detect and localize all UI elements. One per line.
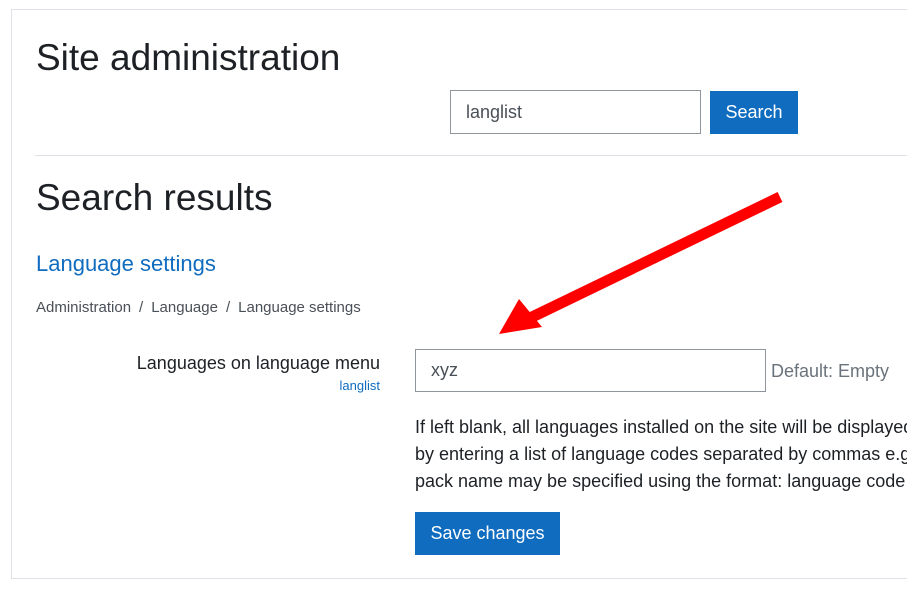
description-line: by entering a list of language codes sep…	[415, 444, 907, 464]
breadcrumb-item-administration[interactable]: Administration	[36, 299, 131, 316]
save-changes-button[interactable]: Save changes	[415, 512, 560, 555]
page: Site administration Search Search result…	[0, 0, 907, 596]
setting-name: langlist	[339, 378, 380, 393]
search-results-title: Search results	[36, 177, 273, 218]
divider	[35, 155, 907, 156]
breadcrumb-item-language-settings[interactable]: Language settings	[238, 299, 361, 316]
page-title: Site administration	[36, 37, 341, 78]
langlist-input[interactable]	[415, 349, 766, 392]
breadcrumb-separator: /	[225, 299, 231, 316]
setting-label: Languages on language menu	[136, 353, 380, 373]
breadcrumb-item-language[interactable]: Language	[151, 299, 218, 316]
description-line: pack name may be specified using the for…	[415, 471, 906, 491]
default-value-text: Default: Empty	[771, 361, 890, 381]
search-input[interactable]	[450, 90, 701, 134]
breadcrumb-separator: /	[139, 299, 144, 316]
setting-description: If left blank, all languages installed o…	[415, 414, 907, 495]
language-settings-link[interactable]: Language settings	[36, 250, 216, 278]
description-line: If left blank, all languages installed o…	[415, 417, 907, 437]
search-button[interactable]: Search	[710, 91, 798, 134]
breadcrumb: Administration / Language / Language setting…	[36, 298, 361, 318]
